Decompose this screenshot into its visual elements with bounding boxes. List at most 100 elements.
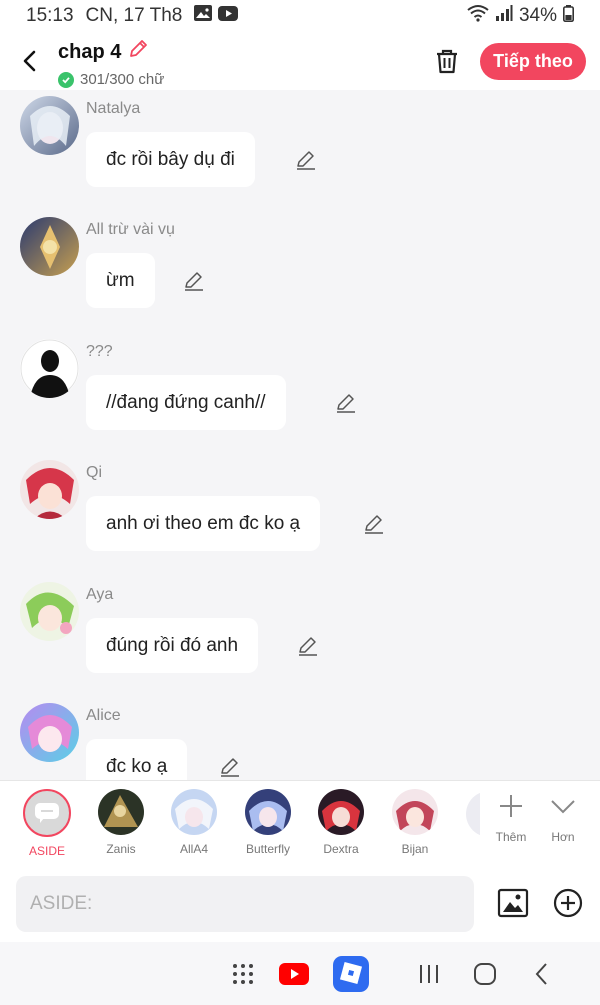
status-bar: 15:13 CN, 17 Th8 34% (0, 0, 600, 32)
chat-message: All trừ vài vụ ừm (0, 211, 600, 332)
message-bubble[interactable]: đc ko ạ (86, 739, 188, 780)
character-aside[interactable]: ASIDE (14, 789, 80, 858)
aside-input[interactable] (16, 876, 474, 932)
pencil-icon (130, 40, 148, 57)
plus-icon (500, 795, 522, 817)
recents-button[interactable] (411, 956, 447, 992)
edit-message-button[interactable] (294, 148, 318, 172)
pencil-icon (365, 515, 383, 534)
plus-circle-icon (553, 888, 583, 918)
character-bijan[interactable]: Bijan (382, 789, 448, 856)
nav-back-button[interactable] (524, 956, 560, 992)
avatar (171, 789, 217, 835)
youtube-app-button[interactable] (276, 956, 312, 992)
avatar[interactable] (20, 582, 79, 641)
avatar[interactable] (20, 339, 79, 398)
more-label: Thêm (495, 830, 527, 844)
avatar[interactable] (20, 96, 79, 155)
chat-message: Alice đc ko ạ (0, 697, 600, 780)
character-butterfly[interactable]: Butterfly (235, 789, 301, 856)
chat-message: Natalya đc rồi bây dụ đi (0, 90, 600, 211)
character-name: ASIDE (28, 844, 65, 858)
recents-icon (420, 965, 438, 983)
gallery-icon (194, 5, 213, 27)
home-button[interactable] (467, 956, 503, 992)
character-alla4[interactable]: AllA4 (161, 789, 227, 856)
app-drawer-button[interactable] (225, 956, 261, 992)
back-icon (535, 963, 547, 985)
partial-avatar (466, 791, 480, 837)
battery-icon (563, 4, 574, 28)
chat-list[interactable]: Natalya đc rồi bây dụ đi All trừ vài vụ … (0, 90, 600, 780)
character-name: Zanis (106, 842, 136, 856)
character-name: Bijan (401, 842, 429, 856)
youtube-icon (218, 5, 239, 27)
insert-image-button[interactable] (497, 887, 529, 919)
image-icon (497, 888, 529, 918)
chat-message: Aya đúng rồi đó anh (0, 576, 600, 697)
character-name: AllA4 (179, 842, 208, 856)
sender-name: Aya (86, 586, 114, 603)
add-character-button[interactable]: Thêm (486, 793, 536, 844)
wifi-icon (467, 4, 489, 28)
avatar[interactable] (20, 703, 79, 762)
pencil-icon (185, 272, 203, 291)
back-button[interactable] (14, 44, 44, 78)
character-name: Dextra (323, 842, 359, 856)
chevron-down-icon (551, 800, 575, 814)
edit-message-button[interactable] (334, 391, 358, 415)
chat-message: ??? //đang đứng canh// (0, 333, 600, 454)
add-button[interactable] (553, 888, 583, 918)
character-zanis[interactable]: Zanis (88, 789, 154, 856)
chapter-header: chap 4 301/300 chữ Tiếp theo (0, 32, 600, 90)
avatar[interactable] (20, 460, 79, 519)
sender-name: ??? (86, 343, 113, 360)
next-button[interactable]: Tiếp theo (480, 43, 586, 80)
battery-text: 34% (518, 5, 557, 26)
signal-icon (495, 5, 513, 27)
system-nav-bar (0, 942, 600, 1005)
avatar (318, 789, 364, 835)
character-name: Butterfly (245, 842, 290, 856)
expand-button[interactable]: Hơn (538, 793, 588, 844)
pencil-icon (337, 394, 355, 413)
sender-name: Alice (86, 707, 121, 724)
roblox-icon (333, 956, 369, 992)
roblox-app-button[interactable] (333, 956, 369, 992)
composer (0, 866, 600, 942)
edit-message-button[interactable] (362, 512, 386, 536)
edit-title-button[interactable] (127, 38, 149, 66)
message-bubble[interactable]: đúng rồi đó anh (86, 618, 259, 673)
aside-avatar (23, 789, 71, 837)
check-icon (58, 71, 74, 88)
sender-name: All trừ vài vụ (86, 221, 175, 238)
edit-message-button[interactable] (296, 634, 320, 658)
character-selector: ASIDE Zanis AllA4 Butterfly Dextra Bijan… (0, 780, 600, 866)
pencil-icon (221, 758, 239, 777)
trash-icon (437, 49, 457, 74)
edit-message-button[interactable] (182, 269, 206, 293)
grid-icon (233, 964, 253, 984)
edit-message-button[interactable] (218, 755, 242, 779)
avatar[interactable] (20, 217, 79, 276)
status-date: CN, 17 Th8 (85, 5, 183, 26)
home-icon (474, 963, 496, 985)
word-count: 301/300 chữ (80, 71, 165, 88)
message-bubble[interactable]: đc rồi bây dụ đi (86, 132, 255, 187)
avatar (392, 789, 438, 835)
message-bubble[interactable]: ừm (86, 253, 155, 308)
message-bubble[interactable]: anh ơi theo em đc ko ạ (86, 496, 321, 551)
message-bubble[interactable]: //đang đứng canh// (86, 375, 286, 430)
sender-name: Natalya (86, 100, 141, 117)
chevron-left-icon (23, 50, 36, 72)
avatar (98, 789, 144, 835)
delete-button[interactable] (432, 46, 462, 76)
pencil-icon (297, 151, 315, 170)
character-dextra[interactable]: Dextra (308, 789, 374, 856)
chapter-title: chap 4 (58, 40, 122, 63)
status-time: 15:13 (26, 5, 74, 26)
avatar (245, 789, 291, 835)
expand-label: Hơn (551, 830, 575, 844)
pencil-icon (299, 637, 317, 656)
chat-bubble-icon (35, 803, 59, 823)
